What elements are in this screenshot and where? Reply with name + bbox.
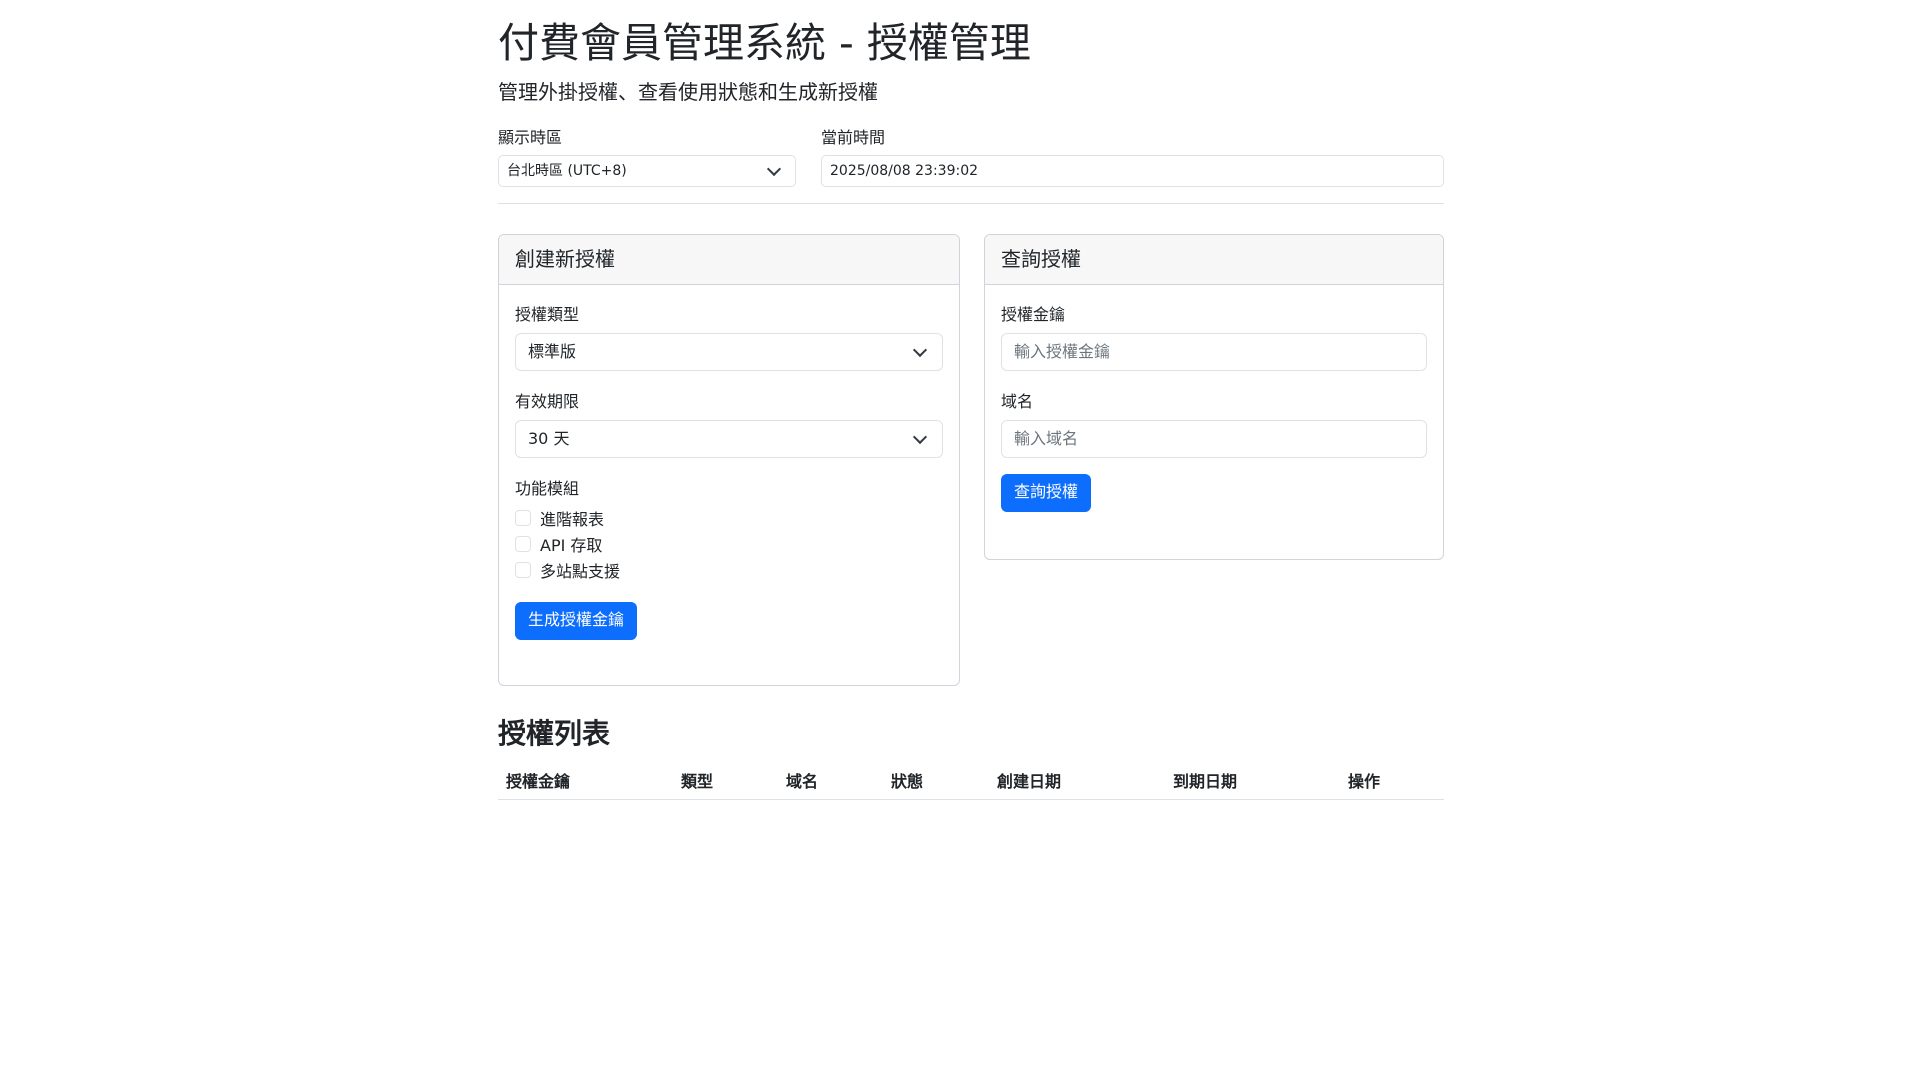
current-time-label: 當前時間 <box>821 128 886 147</box>
create-card-title: 創建新授權 <box>499 235 959 285</box>
license-table-header: 授權金鑰 類型 域名 狀態 創建日期 到期日期 操作 <box>498 762 1444 800</box>
timezone-value: 台北時區 (UTC+8) <box>507 163 627 179</box>
module-multisite[interactable]: 多站點支援 <box>515 559 620 581</box>
domain-placeholder: 輸入域名 <box>1014 429 1079 448</box>
generate-key-button[interactable]: 生成授權金鑰 <box>515 602 638 640</box>
chevron-down-icon <box>912 342 928 358</box>
module-label: 多站點支援 <box>540 562 621 581</box>
column-header: 到期日期 <box>1173 772 1238 791</box>
period-value: 30 天 <box>528 429 570 448</box>
chevron-down-icon <box>766 161 782 177</box>
timezone-select[interactable]: 台北時區 (UTC+8) <box>498 155 796 187</box>
column-header: 操作 <box>1348 772 1381 791</box>
query-license-button[interactable]: 查詢授權 <box>1001 474 1092 512</box>
current-time-value: 2025/08/08 23:39:02 <box>830 163 979 179</box>
chevron-down-icon <box>912 429 928 445</box>
license-type-value: 標準版 <box>528 342 577 361</box>
column-header: 創建日期 <box>997 772 1062 791</box>
checkbox[interactable] <box>515 562 531 578</box>
period-label: 有效期限 <box>515 392 580 411</box>
column-header: 授權金鑰 <box>506 772 571 791</box>
license-type-select[interactable]: 標準版 <box>515 333 943 371</box>
license-list-title: 授權列表 <box>498 717 611 750</box>
domain-input[interactable]: 輸入域名 <box>1001 420 1427 458</box>
modules-label: 功能模組 <box>515 479 580 498</box>
timezone-label: 顯示時區 <box>498 128 563 147</box>
module-advanced-reports[interactable]: 進階報表 <box>515 507 604 529</box>
module-api-access[interactable]: API 存取 <box>515 533 602 555</box>
page-title: 付費會員管理系統 - 授權管理 <box>498 19 1031 67</box>
period-select[interactable]: 30 天 <box>515 420 943 458</box>
license-type-label: 授權類型 <box>515 305 580 324</box>
divider <box>498 203 1444 204</box>
column-header: 狀態 <box>891 772 924 791</box>
license-key-input[interactable]: 輸入授權金鑰 <box>1001 333 1427 371</box>
module-label: API 存取 <box>540 536 603 555</box>
query-license-card: 查詢授權 授權金鑰 輸入授權金鑰 域名 輸入域名 查詢授權 <box>984 234 1444 560</box>
create-license-card: 創建新授權 授權類型 標準版 有效期限 30 天 功能模組 進階報表 API 存… <box>498 234 960 686</box>
page-subtitle: 管理外掛授權、查看使用狀態和生成新授權 <box>498 80 878 104</box>
module-label: 進階報表 <box>540 510 605 529</box>
domain-label: 域名 <box>1001 392 1034 411</box>
column-header: 類型 <box>681 772 714 791</box>
checkbox[interactable] <box>515 510 531 526</box>
checkbox[interactable] <box>515 536 531 552</box>
query-card-title: 查詢授權 <box>985 235 1443 285</box>
license-key-label: 授權金鑰 <box>1001 305 1066 324</box>
column-header: 域名 <box>786 772 819 791</box>
license-key-placeholder: 輸入授權金鑰 <box>1014 342 1111 361</box>
current-time-field[interactable]: 2025/08/08 23:39:02 <box>821 155 1444 187</box>
